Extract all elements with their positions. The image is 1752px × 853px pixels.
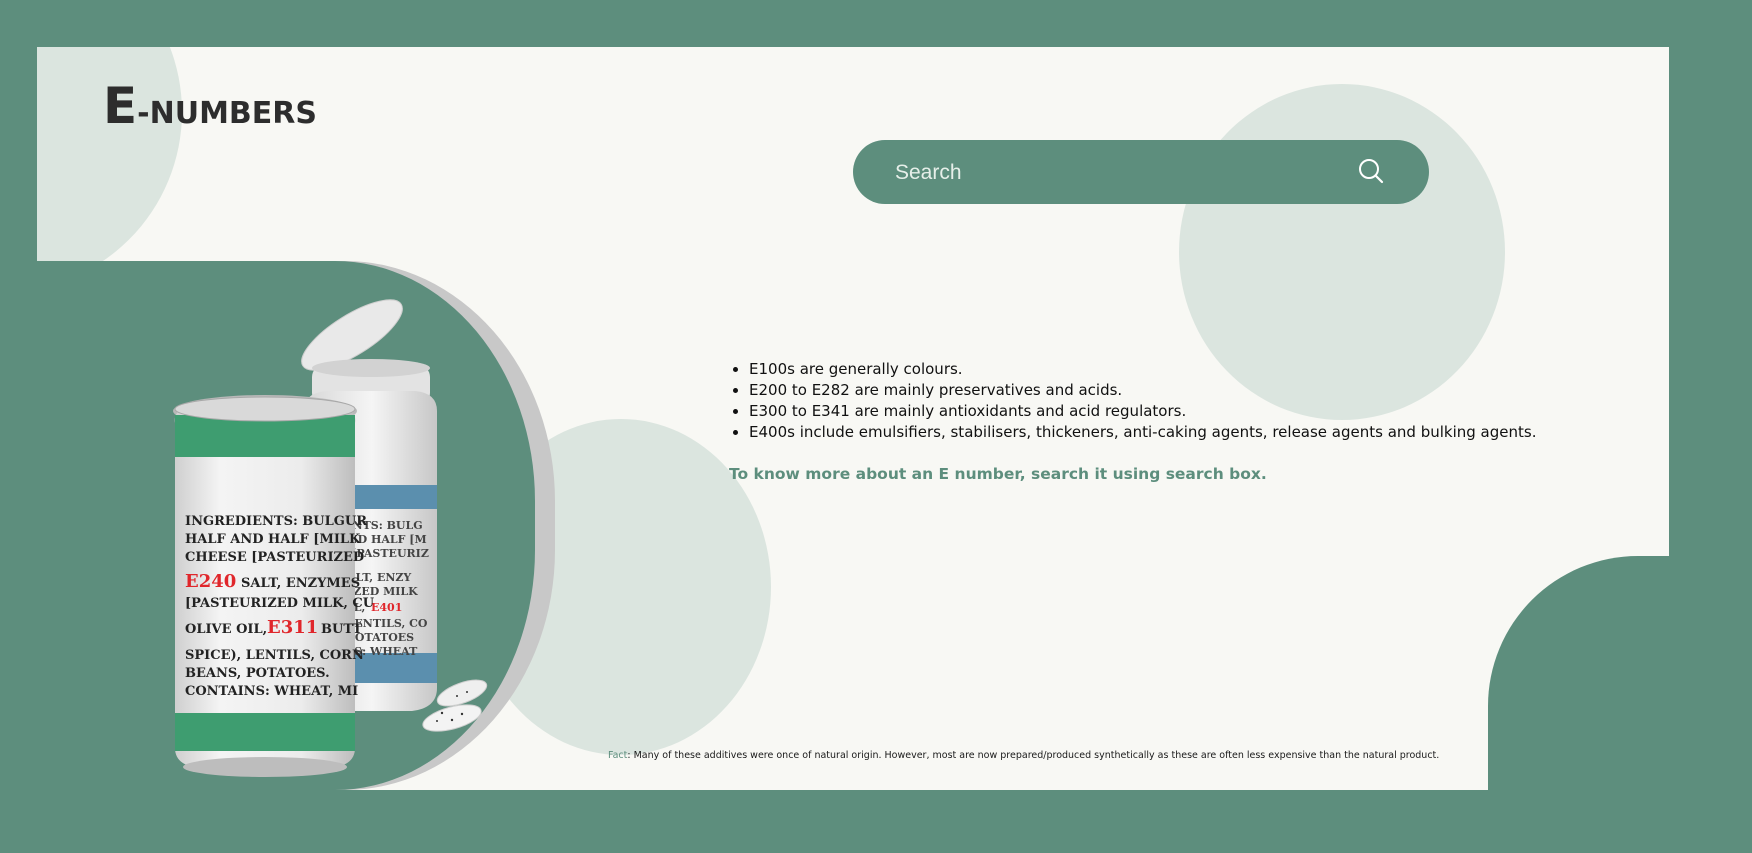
fact-text: : Many of these additives were once of n… (627, 750, 1440, 761)
logo-letter: E (103, 77, 138, 135)
search-button[interactable] (1353, 154, 1389, 190)
page: E-NUMBERS E100s are generally colours. E… (0, 0, 1752, 853)
can-text-line: [PASTEURIZED MILK, CU (185, 596, 375, 611)
search-icon (1359, 159, 1384, 184)
bottle-e-code: E401 (371, 601, 402, 614)
fact-label: Fact (608, 750, 628, 761)
main-card: E-NUMBERS E100s are generally colours. E… (37, 47, 1669, 790)
can-text-line: BEANS, POTATOES. (185, 666, 330, 681)
list-item: E300 to E341 are mainly antioxidants and… (749, 401, 1536, 422)
can-text-line: CHEESE [PASTEURIZED (185, 550, 364, 565)
can-text-line: SALT, ENZYMES (241, 576, 360, 591)
list-item: E100s are generally colours. (749, 359, 1536, 380)
list-item: E400s include emulsifiers, stabilisers, … (749, 422, 1536, 443)
logo-text: -NUMBERS (137, 96, 317, 131)
can-text-line: INGREDIENTS: BULGUR (185, 514, 367, 529)
can-e-code: E311 (267, 617, 318, 638)
can-e-code: E240 (185, 571, 236, 592)
list-item: E200 to E282 are mainly preservatives an… (749, 380, 1536, 401)
can-text-line: SPICE), LENTILS, CORN (185, 648, 364, 663)
can-text-line: CONTAINS: WHEAT, MI (185, 684, 358, 699)
site-logo[interactable]: E-NUMBERS (103, 77, 317, 135)
can-text-line: HALF AND HALF [MILK (185, 532, 361, 547)
search-input[interactable] (893, 152, 1337, 194)
can: INGREDIENTS: BULGUR HALF AND HALF [MILK … (173, 395, 375, 777)
search-bar (853, 140, 1429, 204)
can-text-line: BUTT (321, 622, 363, 637)
product-illustration: IENTS: BULG AND HALF [M E [PASTEURIZ SAL… (173, 299, 488, 777)
search-hint: To know more about an E number, search i… (729, 465, 1267, 483)
fact-note: Fact: Many of these additives were once … (608, 750, 1439, 761)
e-number-info-list: E100s are generally colours. E200 to E28… (729, 359, 1536, 443)
can-text-line: OLIVE OIL, (185, 622, 267, 637)
